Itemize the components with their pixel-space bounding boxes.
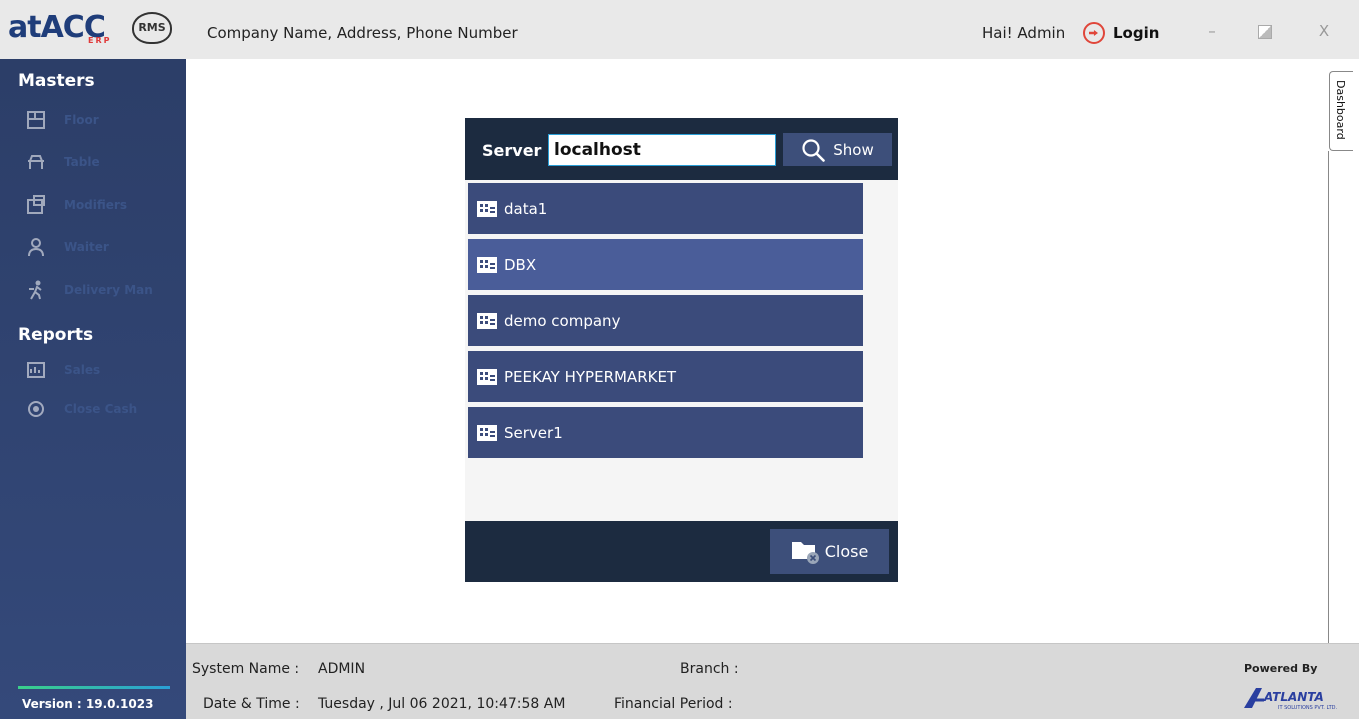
dialog-header: Server Show	[465, 118, 898, 180]
tab-dashboard[interactable]: Dashboard	[1329, 71, 1353, 151]
database-list-item[interactable]: DBX	[468, 239, 863, 290]
date-time-value: Tuesday , Jul 06 2021, 10:47:58 AM	[318, 696, 566, 712]
sales-icon	[27, 362, 45, 378]
building-icon	[477, 424, 497, 441]
database-list-item[interactable]: data1	[468, 183, 863, 234]
atlanta-logo: ATLANTA IT SOLUTIONS PVT. LTD.	[1244, 688, 1337, 711]
waiter-icon	[28, 238, 44, 257]
sidebar: Masters Floor Table Modifiers Waiter Del…	[0, 59, 186, 719]
sidebar-item-waiter[interactable]: Waiter	[26, 232, 109, 262]
date-time-label: Date & Time :	[203, 696, 300, 712]
version-divider	[18, 686, 170, 689]
sidebar-item-label: Sales	[64, 363, 101, 377]
sidebar-item-modifiers[interactable]: Modifiers	[26, 190, 127, 220]
close-cash-icon	[28, 401, 44, 417]
database-list: data1 DBX demo company PEEKAY HYPERMARKET Se…	[468, 183, 863, 463]
search-icon	[802, 138, 826, 162]
branch-label: Branch :	[680, 661, 739, 677]
status-bar: System Name : ADMIN Date & Time : Tuesda…	[186, 643, 1359, 719]
sidebar-item-label: Delivery Man	[64, 283, 153, 297]
database-name: DBX	[504, 255, 537, 274]
database-name: Server1	[504, 423, 563, 442]
sidebar-item-sales[interactable]: Sales	[26, 355, 100, 385]
folder-close-icon	[791, 541, 819, 564]
dialog-footer: Close	[465, 521, 898, 582]
sidebar-item-floor[interactable]: Floor	[26, 105, 99, 135]
server-label: Server	[482, 141, 542, 160]
atacc-logo: atACC ERP RMS	[8, 8, 178, 50]
company-info: Company Name, Address, Phone Number	[207, 24, 518, 42]
server-dialog: Server Show data1 DBX demo company PEEKAY H…	[465, 118, 898, 582]
database-name: PEEKAY HYPERMARKET	[504, 367, 677, 386]
system-name-value: ADMIN	[318, 661, 366, 677]
database-list-item[interactable]: demo company	[468, 295, 863, 346]
dashboard-divider	[1328, 151, 1329, 643]
sidebar-item-label: Close Cash	[64, 402, 138, 416]
close-button[interactable]: Close	[770, 529, 889, 574]
sidebar-item-delivery-man[interactable]: Delivery Man	[26, 275, 153, 305]
delivery-man-icon	[29, 280, 42, 300]
minimize-button[interactable]: –	[1202, 22, 1222, 40]
building-icon	[477, 312, 497, 329]
logo-badge: RMS	[132, 12, 172, 44]
title-bar: atACC ERP RMS Company Name, Address, Pho…	[0, 0, 1359, 59]
sidebar-item-label: Modifiers	[64, 198, 127, 212]
powered-by-label: Powered By	[1244, 662, 1318, 675]
sidebar-item-close-cash[interactable]: Close Cash	[26, 394, 137, 424]
sidebar-item-label: Waiter	[64, 240, 109, 254]
database-list-item[interactable]: Server1	[468, 407, 863, 458]
login-icon	[1083, 22, 1105, 44]
greeting: Hai! Admin	[982, 24, 1066, 42]
table-icon	[28, 155, 44, 169]
logo-sub: ERP	[88, 36, 112, 45]
database-name: data1	[504, 199, 548, 218]
sidebar-item-label: Table	[64, 155, 100, 169]
close-label: Close	[824, 542, 869, 561]
show-label: Show	[833, 140, 874, 159]
reports-heading: Reports	[18, 325, 94, 345]
server-input[interactable]	[548, 134, 776, 166]
building-icon	[477, 200, 497, 217]
maximize-button[interactable]	[1258, 25, 1272, 39]
building-icon	[477, 368, 497, 385]
atlanta-logo-text: ATLANTA	[1263, 690, 1324, 704]
login-button[interactable]: Login	[1083, 21, 1159, 45]
show-button[interactable]: Show	[783, 133, 892, 166]
sidebar-item-table[interactable]: Table	[26, 147, 100, 177]
floor-icon	[27, 111, 45, 129]
sidebar-item-label: Floor	[64, 113, 99, 127]
version-label: Version : 19.0.1023	[22, 697, 154, 711]
system-name-label: System Name :	[192, 661, 300, 677]
masters-heading: Masters	[18, 71, 95, 91]
building-icon	[477, 256, 497, 273]
login-label: Login	[1113, 24, 1160, 42]
close-window-button[interactable]: X	[1314, 22, 1334, 40]
modifiers-icon	[27, 195, 45, 214]
atlanta-logo-sub: IT SOLUTIONS PVT. LTD.	[1278, 705, 1337, 711]
tab-dashboard-label: Dashboard	[1334, 80, 1347, 140]
database-list-item[interactable]: PEEKAY HYPERMARKET	[468, 351, 863, 402]
financial-period-label: Financial Period :	[614, 696, 733, 712]
database-name: demo company	[504, 311, 621, 330]
